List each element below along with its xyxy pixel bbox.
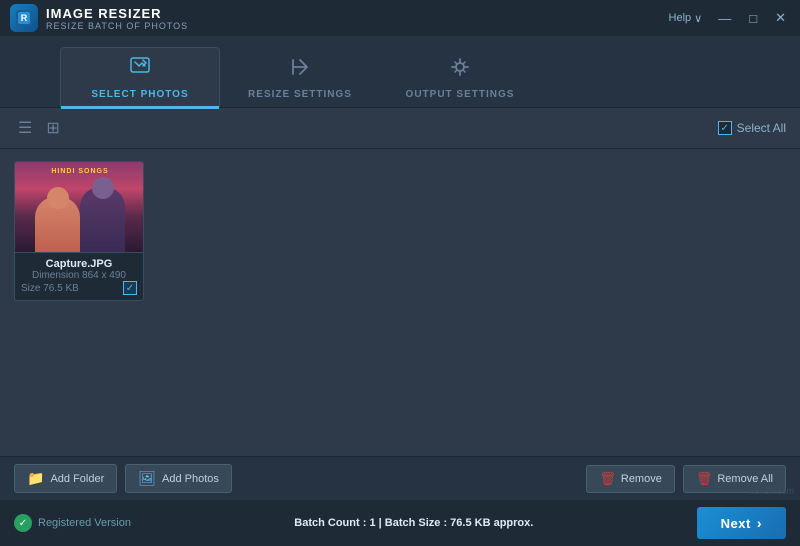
tab-select-photos[interactable]: SELECT PHOTOS (60, 47, 220, 107)
help-button[interactable]: Help ∨ (669, 12, 703, 25)
remove-all-icon: 🗑 (696, 471, 713, 487)
tab-resize-settings[interactable]: RESIZE SETTINGS (220, 47, 380, 107)
photo-size-row: Size 76.5 KB ✓ (21, 281, 137, 295)
batch-size-label: | Batch Size : (379, 517, 447, 529)
select-photos-icon (128, 55, 152, 85)
status-bar: ✓ Registered Version Batch Count : 1 | B… (0, 500, 800, 546)
app-title-text: IMAGE RESIZER RESIZE BATCH OF PHOTOS (46, 6, 188, 31)
photo-checkbox[interactable]: ✓ (123, 281, 137, 295)
figure-left (35, 197, 80, 252)
photo-grid: HINDI SONGS Capture.JPG Dimension 864 x … (0, 149, 800, 313)
resize-settings-icon (288, 55, 312, 85)
list-item[interactable]: HINDI SONGS Capture.JPG Dimension 864 x … (14, 161, 144, 301)
folder-icon: 📁 (27, 470, 44, 487)
photo-info: Capture.JPG Dimension 864 x 490 Size 76.… (15, 252, 143, 300)
add-folder-label: Add Folder (50, 473, 104, 485)
select-all-checkbox[interactable]: ✓ (718, 121, 732, 135)
add-folder-button[interactable]: 📁 Add Folder (14, 464, 117, 493)
registered-label: Registered Version (38, 517, 131, 529)
remove-button[interactable]: 🗑 Remove (586, 465, 674, 493)
add-photos-button[interactable]: 🖼 Add Photos (125, 464, 232, 493)
photo-thumbnail: HINDI SONGS (15, 162, 144, 252)
app-subtitle: RESIZE BATCH OF PHOTOS (46, 21, 188, 31)
batch-size-value: 76.5 KB approx. (450, 517, 533, 529)
bottom-action-bar: 📁 Add Folder 🖼 Add Photos 🗑 Remove 🗑 Rem… (0, 456, 800, 500)
next-arrow-icon: › (757, 515, 762, 531)
main-content: ☰ ⊞ ✓ Select All HINDI SONGS (0, 108, 800, 500)
next-button[interactable]: Next › (697, 507, 786, 539)
app-name: IMAGE RESIZER (46, 6, 188, 21)
photo-thumb-inner: HINDI SONGS (15, 162, 144, 252)
minimize-button[interactable]: — (714, 9, 735, 28)
batch-count-value: 1 (369, 517, 375, 529)
photo-name: Capture.JPG (21, 258, 137, 270)
content-toolbar: ☰ ⊞ ✓ Select All (0, 108, 800, 149)
chevron-down-icon: ∨ (694, 12, 702, 25)
title-bar: R IMAGE RESIZER RESIZE BATCH OF PHOTOS H… (0, 0, 800, 36)
next-label: Next (721, 516, 751, 531)
svg-text:R: R (21, 13, 28, 23)
title-bar-left: R IMAGE RESIZER RESIZE BATCH OF PHOTOS (10, 4, 188, 32)
output-settings-icon (448, 55, 472, 85)
grid-view-button[interactable]: ⊞ (42, 116, 63, 140)
watermark: wsxdn.com (749, 486, 794, 496)
tab-resize-settings-label: RESIZE SETTINGS (248, 89, 352, 100)
close-button[interactable]: ✕ (771, 8, 790, 28)
remove-icon: 🗑 (599, 471, 616, 487)
photo-icon: 🖼 (138, 470, 156, 487)
list-view-button[interactable]: ☰ (14, 116, 36, 140)
thumb-figures (15, 198, 144, 252)
window-controls: — □ ✕ (714, 8, 790, 28)
remove-label: Remove (621, 473, 662, 485)
add-photos-label: Add Photos (162, 473, 219, 485)
select-all-label: Select All (737, 121, 786, 135)
app-logo: R (10, 4, 38, 32)
tabs-bar: SELECT PHOTOS RESIZE SETTINGS OUTPUT SET… (0, 36, 800, 108)
bottom-left-buttons: 📁 Add Folder 🖼 Add Photos (14, 464, 232, 493)
status-left: ✓ Registered Version (14, 514, 131, 532)
status-center: Batch Count : 1 | Batch Size : 76.5 KB a… (294, 517, 533, 529)
registered-check-icon: ✓ (14, 514, 32, 532)
remove-all-label: Remove All (717, 473, 773, 485)
maximize-button[interactable]: □ (745, 9, 761, 28)
photo-size: Size 76.5 KB (21, 283, 79, 294)
tab-select-photos-label: SELECT PHOTOS (91, 89, 188, 100)
title-bar-right: Help ∨ — □ ✕ (669, 8, 790, 28)
photo-dimension: Dimension 864 x 490 (21, 270, 137, 281)
batch-count-label: Batch Count : (294, 517, 366, 529)
thumb-text-overlay: HINDI SONGS (15, 168, 144, 175)
select-all-area[interactable]: ✓ Select All (718, 121, 786, 135)
tab-output-settings-label: OUTPUT SETTINGS (406, 89, 515, 100)
tab-output-settings[interactable]: OUTPUT SETTINGS (380, 47, 540, 107)
figure-right (80, 187, 125, 252)
view-toggles: ☰ ⊞ (14, 116, 64, 140)
